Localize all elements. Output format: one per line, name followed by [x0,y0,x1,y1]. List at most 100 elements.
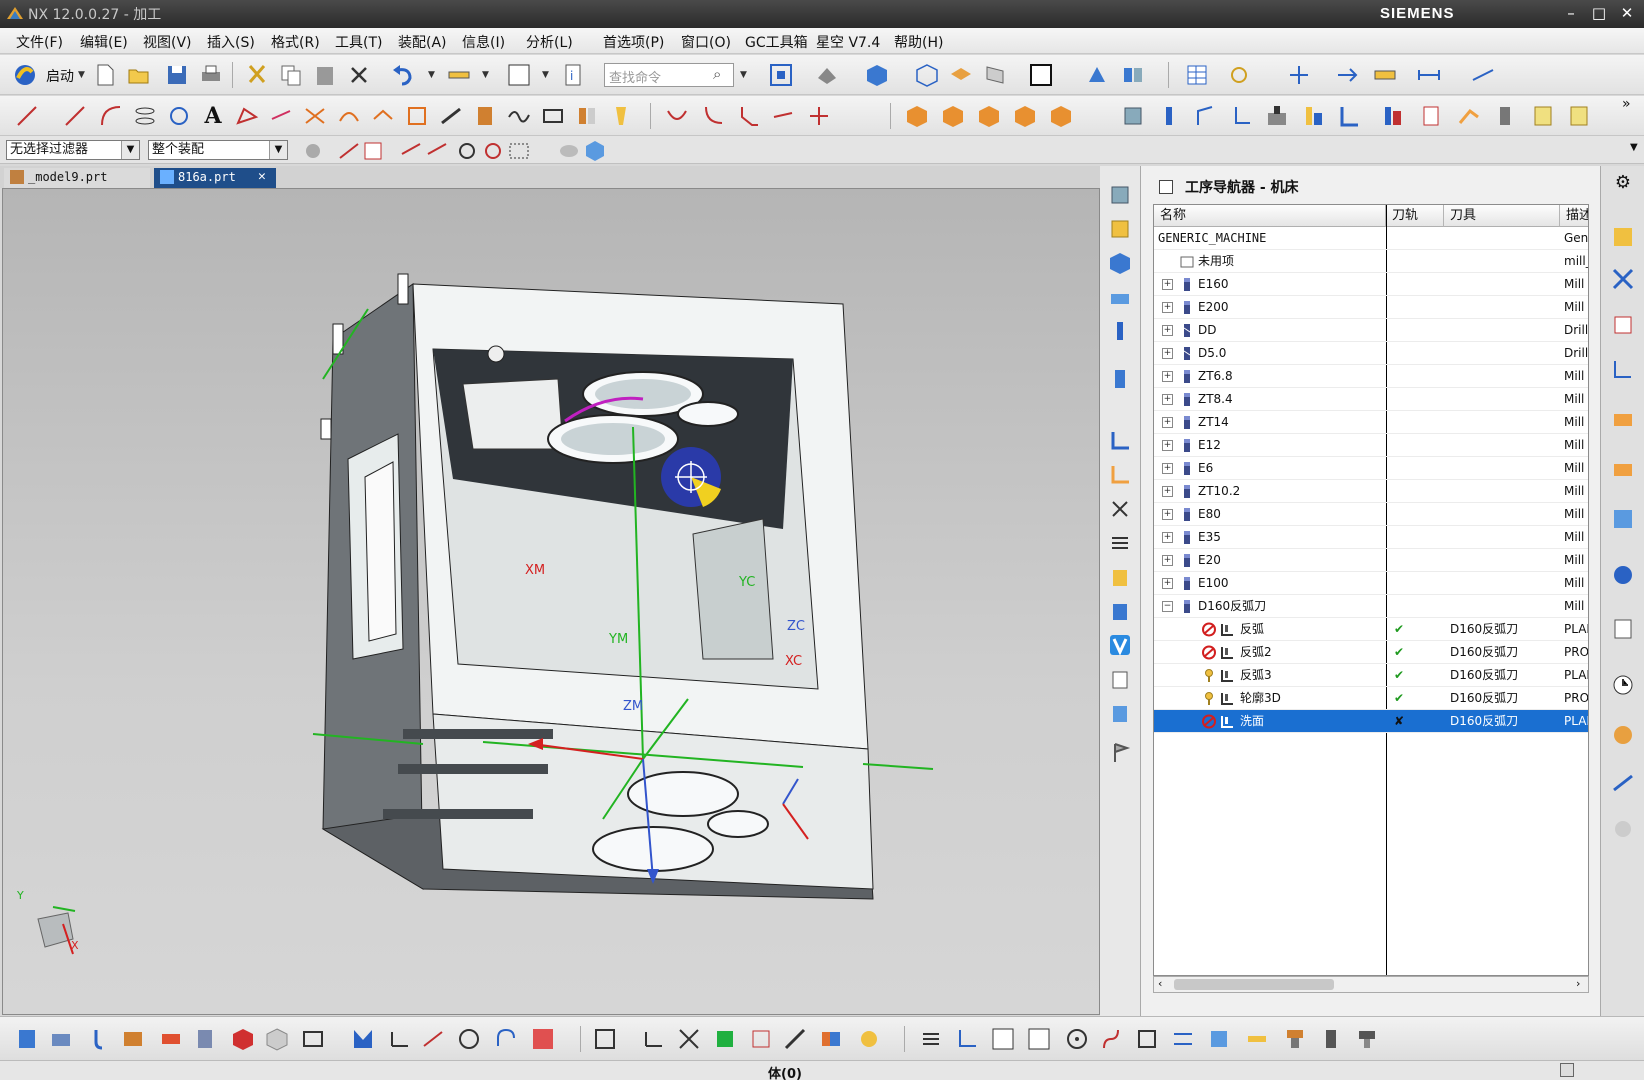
menu-gc-toolbox[interactable]: GC工具箱 [745,32,808,52]
palette-icon[interactable] [1610,722,1636,748]
background-color-icon[interactable] [1028,62,1054,88]
tool-view-icon[interactable] [1107,318,1133,344]
web-browser-tab-icon[interactable] [1610,506,1636,532]
verify-toolpath-icon[interactable] [1380,103,1406,129]
menu-view[interactable]: 视图(V) [143,32,192,52]
ruler-icon[interactable] [1372,62,1398,88]
machine-navigator-tab-icon[interactable] [1610,266,1636,292]
copy-icon[interactable] [278,62,304,88]
transparent-cube-icon[interactable] [264,1026,290,1052]
expand-icon[interactable]: + [1162,279,1173,290]
expand-icon[interactable]: + [1162,578,1173,589]
simulate-icon[interactable] [1107,598,1133,624]
shaded-cube-icon[interactable] [864,62,890,88]
new-file-icon[interactable] [92,62,118,88]
hd3d-tab-icon[interactable] [1610,456,1636,482]
composite-curve-icon[interactable] [574,103,600,129]
menu-insert[interactable]: 插入(S) [207,32,255,52]
navigator-pin-checkbox[interactable] [1159,180,1173,194]
expand-icon[interactable]: + [1162,555,1173,566]
feature-cylinder-icon[interactable] [940,103,966,129]
open-folder-icon[interactable] [126,62,152,88]
type-filter-select[interactable]: 无选择过滤器 ▼ [6,140,140,160]
expand-icon[interactable]: + [1162,463,1173,474]
scope-select[interactable]: 整个装配 ▼ [148,140,288,160]
start-label[interactable]: 启动 [46,66,74,86]
table-row[interactable]: 未用项 mill_ [1154,250,1588,273]
line-2-icon[interactable] [62,103,88,129]
table-row[interactable]: 反弧 ✔ D160反弧刀 PLAN [1154,618,1588,641]
table-row[interactable]: + E160 Mill [1154,273,1588,296]
machine-tool-icon[interactable] [1492,103,1518,129]
filter-reset-icon[interactable] [300,138,322,160]
machine-head-icon[interactable] [1354,1026,1380,1052]
helix-icon[interactable] [132,103,158,129]
edit-object-icon[interactable] [1107,366,1133,392]
table-row[interactable]: + E80 Mill [1154,503,1588,526]
create-program-bottom-icon[interactable] [14,1026,40,1052]
select-feature-icon[interactable] [360,138,382,160]
expand-icon[interactable]: + [1162,440,1173,451]
red-cube-icon[interactable] [230,1026,256,1052]
create-method-icon[interactable] [1228,103,1254,129]
verify-icon[interactable] [1107,564,1133,590]
operation-navigator-tab-icon[interactable] [1610,224,1636,250]
hatch-icon[interactable] [990,1026,1016,1052]
fit-view-icon[interactable] [768,62,794,88]
undo-icon[interactable] [390,62,416,88]
ruler-bottom-icon[interactable] [1244,1026,1270,1052]
text-icon[interactable]: A [200,103,226,129]
horizontal-scrollbar[interactable]: ‹ › [1153,976,1589,993]
tab-816a[interactable]: 816a.prt ✕ [154,168,276,188]
menu-info[interactable]: 信息(I) [462,32,505,52]
menu-xingkong[interactable]: 星空 V7.4 [816,32,880,52]
red-square-icon[interactable] [530,1026,556,1052]
divide-curve-icon[interactable] [770,103,796,129]
expand-icon[interactable]: + [1162,486,1173,497]
step-toolpath-icon[interactable] [954,1026,980,1052]
feature-hole-icon[interactable] [1048,103,1074,129]
tab-model9[interactable]: _model9.prt [4,168,150,188]
expand-icon[interactable]: + [1162,532,1173,543]
s-curve-icon[interactable] [1098,1026,1124,1052]
snap-center-icon[interactable] [454,138,476,160]
toolpath-list-icon[interactable] [918,1026,944,1052]
render-style-icon[interactable] [814,62,840,88]
curve-icon[interactable] [234,103,260,129]
menu-preferences[interactable]: 首选项(P) [603,32,664,52]
delete-path-icon[interactable] [1107,496,1133,522]
roles-tab-icon[interactable] [1610,770,1636,796]
feature-cone-icon[interactable] [976,103,1002,129]
search-dropdown-icon[interactable]: ▼ [740,70,747,80]
settings-gear-icon[interactable]: ⚙ [1610,170,1636,196]
gauge-icon[interactable] [1318,1026,1344,1052]
collapse-icon[interactable]: − [1162,601,1173,612]
menu-file[interactable]: 文件(F) [16,32,63,52]
move-component-icon[interactable] [856,1026,882,1052]
transform-icon[interactable] [1334,62,1360,88]
table-row[interactable]: + E6 Mill [1154,457,1588,480]
window-select-icon[interactable] [506,62,532,88]
flag-icon[interactable] [1107,740,1133,766]
chevron-down-icon[interactable]: ▼ [269,141,287,159]
circle-icon[interactable] [456,1026,482,1052]
target-icon[interactable] [1064,1026,1090,1052]
vericut-icon[interactable] [1107,632,1133,658]
filter-bar-dropdown-icon[interactable]: ▼ [1630,142,1638,153]
undo-dropdown-icon[interactable]: ▼ [428,70,435,80]
trim-curve-icon[interactable] [302,103,328,129]
tool-holder-icon[interactable] [1282,1026,1308,1052]
expand-icon[interactable]: + [1162,348,1173,359]
generate-icon[interactable] [1107,428,1133,454]
system-scene-icon[interactable] [1610,816,1636,842]
extract-curve-icon[interactable] [472,103,498,129]
sheet-list-icon[interactable] [1530,103,1556,129]
table-row[interactable]: + E20 Mill [1154,549,1588,572]
level-icon[interactable] [1170,1026,1196,1052]
chevron-down-icon[interactable]: ▼ [121,141,139,159]
scroll-right-icon[interactable]: › [1576,977,1580,990]
unsketch-icon[interactable] [608,103,634,129]
feature-sphere-icon[interactable] [1012,103,1038,129]
dimension-icon[interactable] [1416,62,1442,88]
table-row[interactable]: + DD Drill [1154,319,1588,342]
